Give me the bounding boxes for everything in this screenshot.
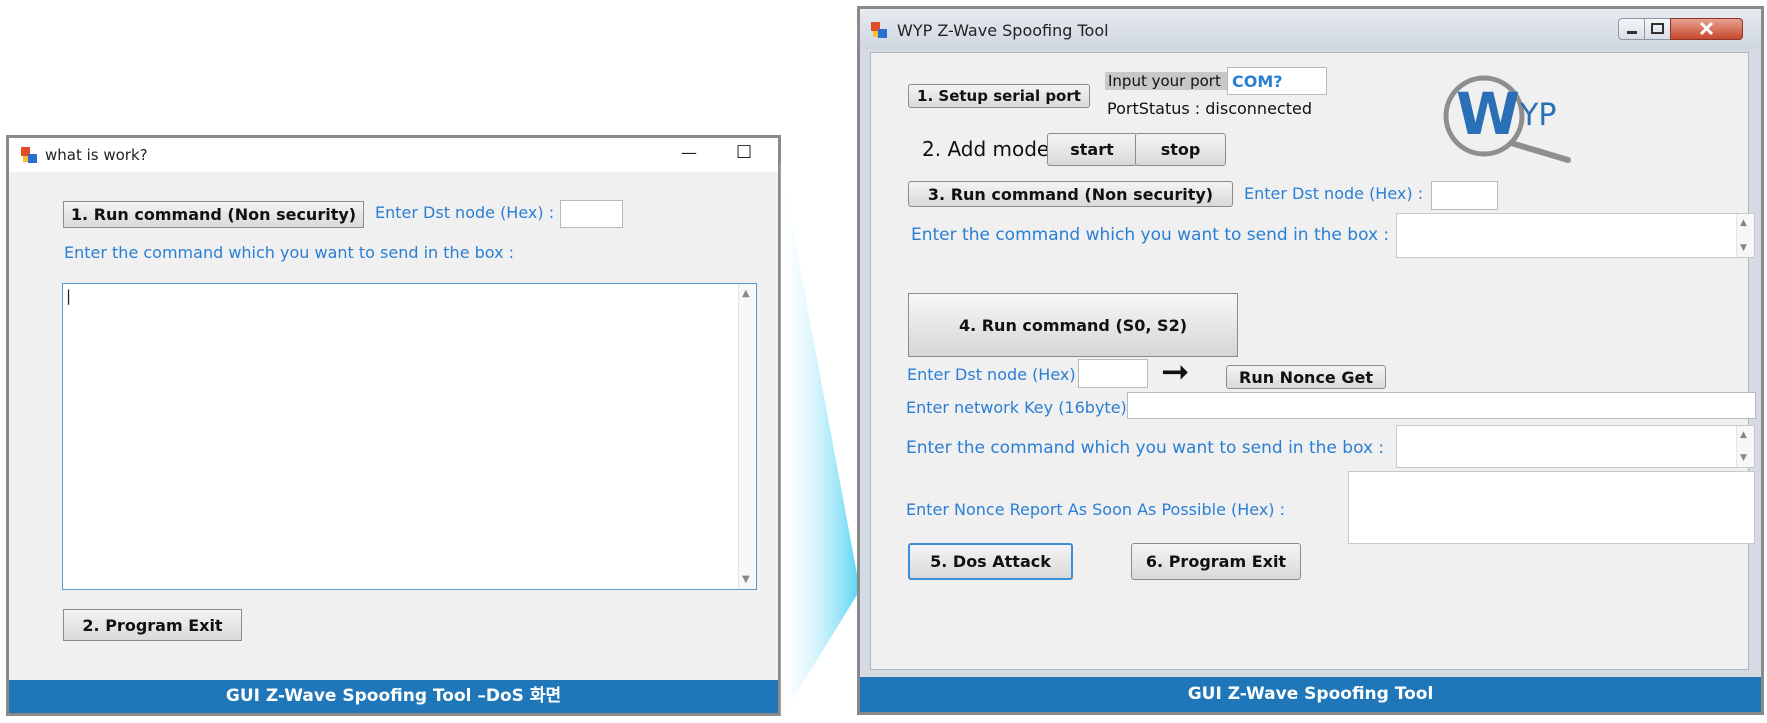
stop-button[interactable]: stop (1135, 133, 1226, 166)
minimize-icon[interactable]: — (681, 143, 697, 162)
arrow-right-icon: ➞ (1161, 352, 1190, 392)
command-textarea-2[interactable]: ▲ ▼ (1396, 425, 1755, 468)
dst-node-label: Enter Dst node (Hex) : (375, 203, 555, 222)
start-button[interactable]: start (1047, 133, 1137, 166)
left-caption: GUI Z-Wave Spoofing Tool –DoS 화면 (9, 680, 778, 713)
minimize-icon[interactable] (1618, 18, 1645, 40)
run-nonce-get-button[interactable]: Run Nonce Get (1226, 365, 1386, 389)
command-textarea[interactable]: | ▲ ▼ (62, 283, 757, 590)
callout-connector (780, 160, 860, 720)
left-window-title: what is work? (45, 146, 148, 164)
dst-node-input[interactable] (560, 200, 623, 228)
left-window-titlebar: what is work? — ☐ (9, 138, 778, 172)
maximize-icon[interactable] (1644, 18, 1671, 40)
scroll-up-icon[interactable]: ▲ (1740, 430, 1747, 440)
maximize-icon[interactable]: ☐ (736, 142, 752, 163)
port-input[interactable] (1227, 67, 1327, 95)
dst-node-input-2[interactable] (1078, 359, 1148, 388)
command-scrollbar-1[interactable]: ▲ ▼ (1736, 214, 1754, 257)
right-caption: GUI Z-Wave Spoofing Tool (860, 677, 1761, 712)
close-icon[interactable] (1670, 18, 1743, 40)
scroll-up-icon[interactable]: ▲ (1740, 218, 1747, 228)
command-label: Enter the command which you want to send… (64, 243, 515, 262)
right-window-titlebar: WYP Z-Wave Spoofing Tool (860, 9, 1761, 49)
left-window: what is work? — ☐ 1. Run command (Non se… (6, 135, 781, 716)
nonce-report-label: Enter Nonce Report As Soon As Possible (… (906, 500, 1286, 519)
command-scrollbar[interactable]: ▲ ▼ (738, 284, 756, 589)
wyp-logo: W YP (1431, 68, 1591, 168)
dst-node-label-2: Enter Dst node (Hex) : (907, 365, 1087, 384)
scroll-up-icon[interactable]: ▲ (742, 288, 750, 299)
logo-w: W (1456, 80, 1520, 148)
network-key-label: Enter network Key (16byte) : (906, 398, 1138, 417)
network-key-input[interactable] (1127, 392, 1756, 419)
right-window-client: 1. Setup serial port Input your port : P… (870, 52, 1756, 670)
command-label-1: Enter the command which you want to send… (911, 225, 1390, 245)
command-scrollbar-2[interactable]: ▲ ▼ (1736, 426, 1754, 467)
right-window-title: WYP Z-Wave Spoofing Tool (897, 21, 1109, 40)
dst-node-label-1: Enter Dst node (Hex) : (1244, 184, 1424, 203)
run-non-security-button[interactable]: 3. Run command (Non security) (908, 181, 1233, 207)
dst-node-input-1[interactable] (1431, 181, 1498, 210)
scroll-down-icon[interactable]: ▼ (742, 574, 750, 585)
nonce-report-textarea[interactable] (1348, 471, 1755, 544)
run-command-button[interactable]: 1. Run command (Non security) (63, 201, 364, 228)
run-s0-s2-button[interactable]: 4. Run command (S0, S2) (908, 293, 1238, 357)
command-textarea-1[interactable]: ▲ ▼ (1396, 213, 1755, 258)
add-mode-label: 2. Add mode (922, 137, 1050, 161)
app-icon (20, 146, 38, 168)
scroll-down-icon[interactable]: ▼ (1740, 243, 1747, 253)
program-exit-button-2[interactable]: 6. Program Exit (1131, 543, 1301, 580)
port-status: PortStatus : disconnected (1107, 99, 1312, 118)
program-exit-button[interactable]: 2. Program Exit (63, 609, 242, 641)
app-icon (870, 21, 888, 43)
setup-serial-port-button[interactable]: 1. Setup serial port (908, 84, 1090, 108)
dos-attack-button[interactable]: 5. Dos Attack (908, 543, 1073, 580)
text-caret: | (66, 287, 72, 305)
right-window: WYP Z-Wave Spoofing Tool 1. Setup serial… (857, 6, 1764, 715)
scroll-down-icon[interactable]: ▼ (1740, 453, 1747, 463)
command-label-2: Enter the command which you want to send… (906, 438, 1385, 458)
logo-yp: YP (1520, 98, 1557, 133)
port-label: Input your port : (1105, 72, 1234, 90)
